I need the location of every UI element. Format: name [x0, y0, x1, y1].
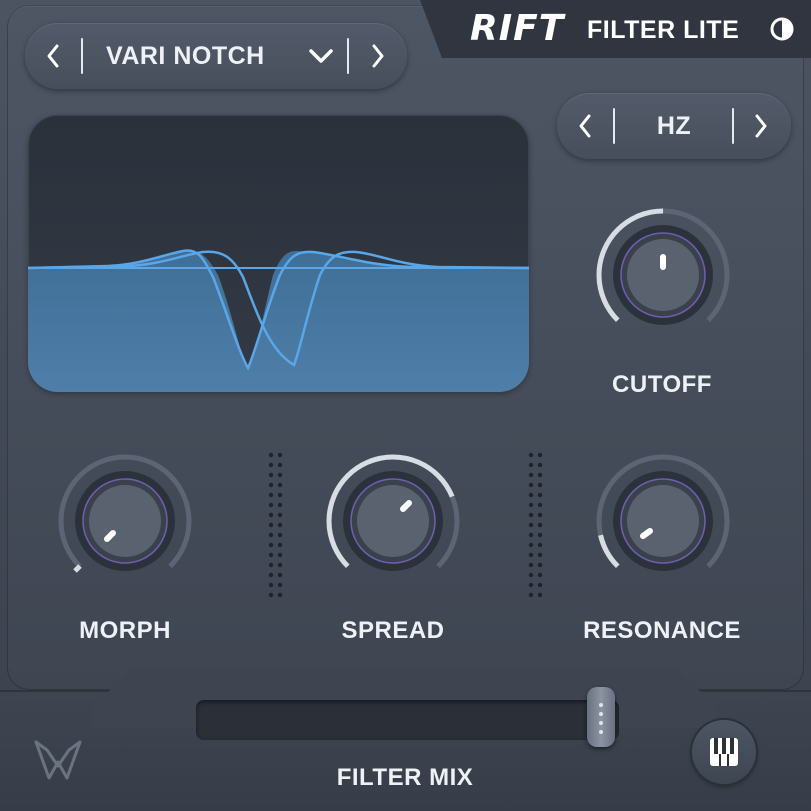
grip-dot [599, 703, 603, 707]
grip-dot [599, 721, 603, 725]
grip-dot [599, 730, 603, 734]
grip-dot [599, 712, 603, 716]
unit-selector: HZ [557, 93, 791, 159]
response-curve [28, 249, 529, 392]
knob-cap [89, 485, 161, 557]
morph-label: MORPH [79, 617, 171, 644]
filter-mix-slider[interactable] [196, 700, 619, 740]
divider [732, 108, 734, 144]
product-title: FILTER LITE [587, 16, 740, 44]
chevron-right-icon [755, 114, 767, 138]
piano-button[interactable] [692, 720, 756, 784]
filter-type-dropdown-button[interactable] [301, 35, 341, 77]
knob-cap [627, 239, 699, 311]
filter-type-prev-button[interactable] [33, 35, 73, 77]
knob-pointer [400, 500, 412, 512]
brand-logo-icon [34, 740, 82, 780]
theme-toggle-icon[interactable] [769, 16, 795, 42]
filter-type-next-button[interactable] [358, 35, 398, 77]
filter-response-display [28, 115, 529, 392]
filter-mix-label: FILTER MIX [336, 764, 474, 791]
divider [81, 38, 83, 74]
filter-type-label: VARI NOTCH [106, 42, 265, 70]
piano-keys-icon [710, 738, 738, 766]
spread-knob[interactable] [323, 451, 463, 591]
unit-next-button[interactable] [741, 105, 781, 147]
divider-grip-right [528, 452, 543, 598]
knob-cap [627, 485, 699, 557]
chevron-right-icon [372, 44, 384, 68]
chevron-left-icon [47, 44, 59, 68]
brand-logo: RIFT [470, 8, 565, 49]
knob-cap [357, 485, 429, 557]
divider-grip-left [268, 452, 283, 598]
resonance-label: RESONANCE [583, 617, 741, 644]
knob-pointer [640, 528, 653, 539]
morph-arc [73, 564, 82, 573]
resonance-knob[interactable] [593, 451, 733, 591]
morph-knob[interactable] [55, 451, 195, 591]
chevron-down-icon [309, 49, 333, 63]
spread-label: SPREAD [341, 617, 445, 644]
filter-type-selector: VARI NOTCH [25, 23, 407, 89]
knob-pointer [104, 530, 116, 542]
cutoff-label: CUTOFF [612, 371, 712, 398]
response-fill [28, 251, 529, 392]
divider [347, 38, 349, 74]
cutoff-knob[interactable] [593, 205, 733, 345]
filter-mix-handle[interactable] [587, 687, 615, 747]
